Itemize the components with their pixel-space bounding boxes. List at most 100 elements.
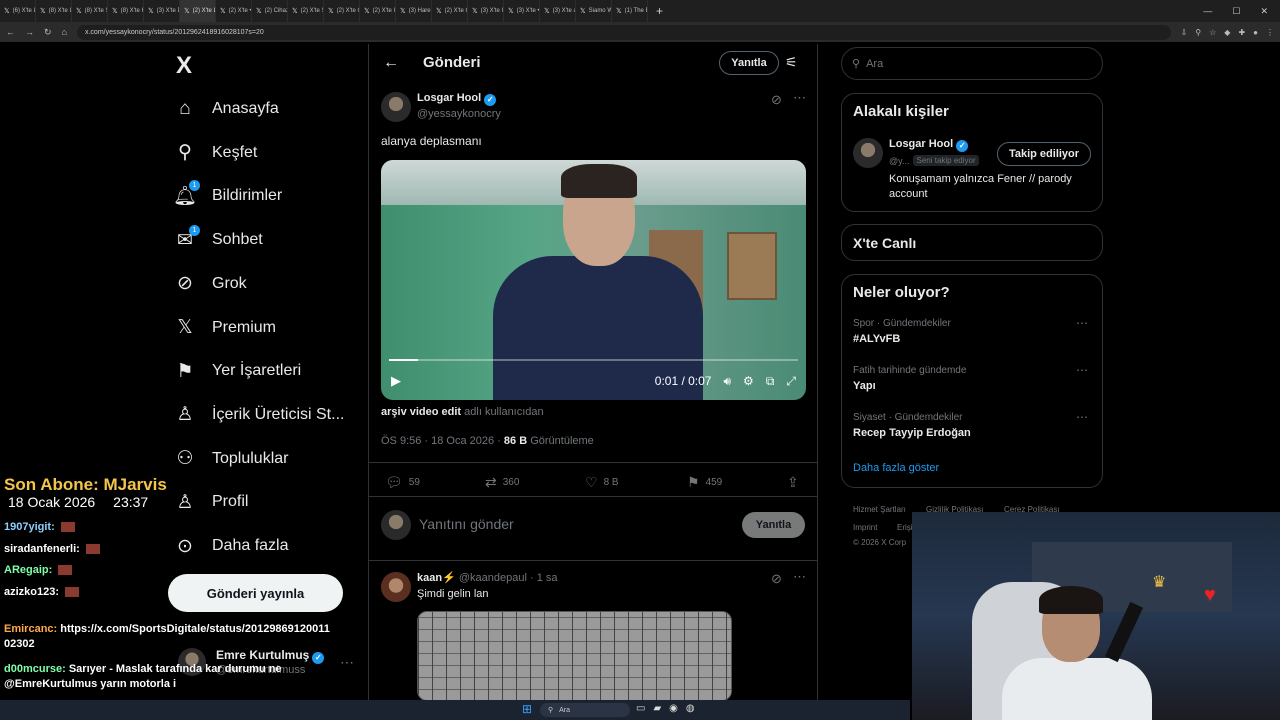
volume-icon[interactable]: 🔊︎ (723, 374, 731, 389)
back-icon[interactable]: ← (6, 27, 15, 37)
footer-link[interactable]: Erişi (897, 523, 913, 532)
back-arrow-icon[interactable]: ← (383, 54, 399, 72)
grok-explain-icon[interactable]: ⊘ (771, 571, 782, 587)
url-field[interactable]: x.com/yessaykonocry/status/2012962418916… (76, 24, 1171, 40)
reply-more-icon[interactable]: ⋯ (793, 569, 806, 585)
browser-tab[interactable]: 𝕏(2) X'te In× (360, 0, 396, 22)
browser-tab[interactable]: 𝕏(2) X'te O× (432, 0, 468, 22)
footer-link[interactable]: Hizmet Şartları (853, 505, 906, 514)
browser-tab[interactable]: 𝕏(8) X'te K× (108, 0, 144, 22)
browser-tab[interactable]: 𝕏(8) X'te Sp× (72, 0, 108, 22)
reply-author-avatar[interactable] (381, 572, 411, 602)
reply-submit-button[interactable]: Yanıtla (742, 512, 805, 538)
repost-action[interactable]: ⇄ 360 (485, 474, 519, 491)
related-name-row[interactable]: Losgar Hool ✓ (889, 138, 969, 152)
notification-badge: 1 (189, 224, 200, 236)
new-tab-button[interactable]: + (648, 4, 671, 18)
attribution-user-link[interactable]: arşiv video edit (381, 406, 461, 418)
sidebar-item-creator[interactable]: ♙ İçerik Üreticisi St... (172, 398, 344, 432)
browser-tab[interactable]: 𝕏(2) X'te Cy× (324, 0, 360, 22)
picture-in-picture-icon[interactable]: ⧉ (766, 374, 775, 389)
sidebar-item-bell[interactable]: 🔔︎ 1 Bildirimler (172, 179, 282, 213)
bell-icon: 🔔︎ 1 (172, 180, 200, 208)
reload-icon[interactable]: ↻ (44, 27, 52, 38)
sidebar-item-x-premium[interactable]: 𝕏 Premium (172, 311, 276, 345)
video-scrubber[interactable] (389, 359, 798, 361)
reply-header: kaan⚡ @kaandepaul · 1 sa (417, 571, 557, 584)
minimize-icon[interactable]: — (1203, 6, 1212, 17)
sidebar-item-home[interactable]: ⌂ Anasayfa (172, 92, 278, 126)
browser-tab[interactable]: 𝕏(3) X'te Ib× (468, 0, 504, 22)
taskbar-search[interactable]: ⚲ Ara (540, 703, 630, 717)
trend-more-icon[interactable]: ⋯ (1076, 410, 1088, 424)
reply-input[interactable]: Yanıtını gönder (419, 516, 514, 532)
sidebar-item-label: Profil (212, 493, 249, 511)
footer-link[interactable]: © 2026 X Corp (853, 538, 906, 547)
browser-tab[interactable]: 𝕏(3) Hareke× (396, 0, 432, 22)
tab-favicon-icon: 𝕏 (364, 8, 370, 15)
browser-tab[interactable]: 𝕏(2) X'te Sp× (288, 0, 324, 22)
fullscreen-icon[interactable]: ⤢ (786, 374, 796, 389)
show-more-link[interactable]: Daha fazla göster (853, 462, 939, 474)
reply-media[interactable] (417, 611, 732, 701)
task-view-icon[interactable]: ▭ (636, 703, 645, 714)
x-logo[interactable]: X (176, 52, 192, 80)
search-box[interactable]: ⚲ Ara (841, 47, 1103, 80)
install-icon[interactable]: ⇩ (1181, 28, 1188, 37)
browser-tab[interactable]: 𝕏(1) The B× (612, 0, 648, 22)
settings-gear-icon[interactable]: ⚙ (743, 374, 754, 388)
zoom-icon[interactable]: ⚲ (1195, 28, 1201, 37)
browser-tab[interactable]: 𝕏(3) X'te ars× (540, 0, 576, 22)
post-author-avatar[interactable] (381, 92, 411, 122)
trend-more-icon[interactable]: ⋯ (1076, 363, 1088, 377)
bookmark-action[interactable]: ⚑ 459 (687, 474, 722, 491)
trend-more-icon[interactable]: ⋯ (1076, 316, 1088, 330)
play-icon[interactable]: ▶ (391, 373, 401, 389)
browser-tab[interactable]: 𝕏(8) X'te Lo× (36, 0, 72, 22)
grok-explain-icon[interactable]: ⊘ (771, 92, 782, 108)
like-action[interactable]: ♡ 8 B (585, 474, 619, 491)
tab-favicon-icon: 𝕏 (40, 8, 46, 15)
puzzle-icon[interactable]: ✚ (1238, 28, 1245, 37)
post-timestamp[interactable]: ÖS 9:56 · 18 Oca 2026 · (381, 435, 504, 447)
sidebar-item-communities[interactable]: ⚇ Topluluklar (172, 442, 288, 476)
browser-tab[interactable]: 𝕏(2) X'te Lo× (180, 0, 216, 22)
file-explorer-icon[interactable]: ▰ (653, 703, 661, 714)
post-author[interactable]: Losgar Hool ✓ (417, 92, 497, 106)
close-window-icon[interactable]: ✕ (1260, 6, 1268, 17)
chrome-icon[interactable]: ◉ (669, 703, 678, 714)
reply-filter-button[interactable]: Yanıtla (719, 51, 779, 75)
footer-link[interactable]: Imprint (853, 523, 877, 532)
browser-tab[interactable]: 𝕏(3) X'te Di× (144, 0, 180, 22)
home-browser-icon[interactable]: ⌂ (62, 27, 67, 37)
profile-browser-icon[interactable]: ● (1253, 28, 1258, 37)
extension-icon[interactable]: ◆ (1224, 28, 1230, 37)
sidebar-item-bookmark[interactable]: ⚑ Yer İşaretleri (172, 354, 301, 388)
notification-badge: 1 (189, 180, 200, 192)
browser-tab[interactable]: 𝕏Siamo Wi× (576, 0, 612, 22)
forward-icon[interactable]: → (25, 27, 34, 37)
trend-title: Recep Tayyip Erdoğan (853, 427, 971, 439)
settings-sliders-icon[interactable]: ⚟ (785, 54, 798, 71)
windows-start-icon[interactable]: ⊞ (522, 702, 532, 716)
reply-action[interactable]: 💬︎ 59 (385, 474, 420, 491)
share-action[interactable]: ⇪ (787, 474, 799, 491)
browser-tab[interactable]: 𝕏(6) X'te L× (0, 0, 36, 22)
video-player[interactable]: ▶ 0:01 / 0:07 🔊︎ ⚙ ⧉ ⤢ (381, 160, 806, 400)
browser-tab[interactable]: 𝕏(2) X'te •× (216, 0, 252, 22)
browser-tab[interactable]: 𝕏(3) X'te •× (504, 0, 540, 22)
sidebar-item-search[interactable]: ⚲ Keşfet (172, 136, 257, 170)
sidebar-item-grok[interactable]: ⊘ Grok (172, 267, 247, 301)
reply-author-name[interactable]: kaan⚡ (417, 572, 456, 584)
browser-tab[interactable]: 𝕏(2) Cihazın× (252, 0, 288, 22)
menu-dots-icon[interactable]: ⋮ (1266, 28, 1274, 37)
post-more-icon[interactable]: ⋯ (793, 90, 806, 106)
sidebar-item-profile[interactable]: ♙ Profil (172, 485, 248, 519)
related-avatar[interactable] (853, 138, 883, 168)
star-icon[interactable]: ☆ (1209, 28, 1216, 37)
sidebar-item-mail[interactable]: ✉ 1 Sohbet (172, 223, 263, 257)
maximize-icon[interactable]: ☐ (1232, 6, 1240, 17)
related-title: Alakalı kişiler (853, 103, 949, 120)
following-button[interactable]: Takip ediliyor (997, 142, 1091, 166)
discord-icon[interactable]: ◍ (686, 703, 695, 714)
